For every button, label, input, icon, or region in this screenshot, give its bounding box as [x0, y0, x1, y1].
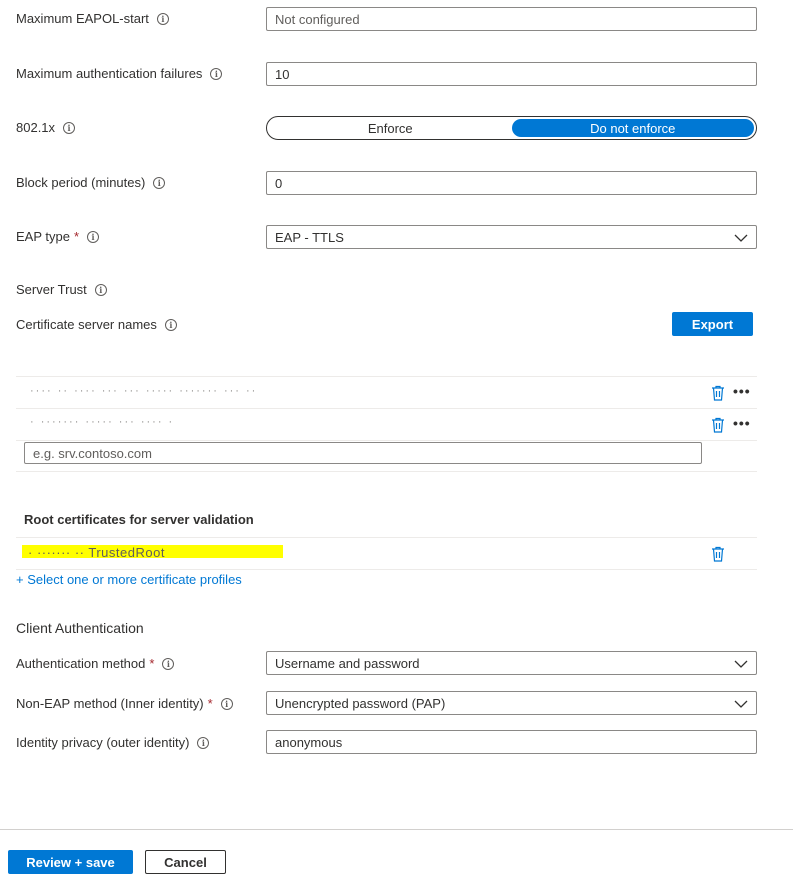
chevron-down-icon — [734, 660, 748, 668]
more-options-icon[interactable]: ••• — [733, 415, 751, 431]
footer-divider — [0, 829, 793, 830]
dot1x-option-enforce[interactable]: Enforce — [269, 119, 512, 137]
required-marker: * — [73, 229, 80, 244]
export-button[interactable]: Export — [672, 312, 753, 336]
identity-privacy-label: Identity privacy (outer identity) i — [16, 735, 210, 750]
divider — [16, 537, 757, 538]
chevron-down-icon — [734, 700, 748, 708]
trash-icon[interactable] — [711, 417, 725, 433]
block-period-label: Block period (minutes) i — [16, 175, 166, 190]
cert-server-names-label: Certificate server names i — [16, 317, 177, 332]
info-icon[interactable]: i — [220, 697, 233, 710]
divider — [16, 471, 757, 472]
info-icon[interactable]: i — [162, 657, 175, 670]
info-icon[interactable]: i — [197, 736, 210, 749]
auth-method-select[interactable]: Username and password — [266, 651, 757, 675]
divider — [16, 408, 757, 409]
cert-server-row-1-text: ···· ·· ···· ··· ··· ····· ······· ··· ·… — [30, 385, 258, 397]
server-trust-heading: Server Trust i — [16, 282, 107, 297]
max-eapol-start-label: Maximum EAPOL-start i — [16, 11, 169, 26]
more-options-icon[interactable]: ••• — [733, 383, 751, 399]
cert-server-row-2-text: · ······· ····· ··· ···· · — [30, 416, 175, 428]
client-authentication-heading: Client Authentication — [16, 620, 144, 636]
root-certificate-item: · ······· ·· TrustedRoot — [28, 545, 165, 560]
non-eap-method-select[interactable]: Unencrypted password (PAP) — [266, 691, 757, 715]
info-icon[interactable]: i — [210, 67, 223, 80]
eap-type-select[interactable]: EAP - TTLS — [266, 225, 757, 249]
required-marker: * — [207, 696, 213, 711]
info-icon[interactable]: i — [156, 12, 169, 25]
info-icon[interactable]: i — [63, 121, 76, 134]
info-icon[interactable]: i — [94, 283, 107, 296]
block-period-input[interactable]: 0 — [266, 171, 757, 195]
required-marker: * — [149, 656, 155, 671]
max-eapol-start-input[interactable]: Not configured — [266, 7, 757, 31]
dot1x-label: 802.1x i — [16, 120, 76, 135]
dot1x-toggle[interactable]: Enforce Do not enforce — [266, 116, 757, 140]
info-icon[interactable]: i — [153, 176, 166, 189]
review-save-button[interactable]: Review + save — [8, 850, 133, 874]
cancel-button[interactable]: Cancel — [145, 850, 226, 874]
dot1x-option-do-not-enforce[interactable]: Do not enforce — [511, 119, 754, 137]
trash-icon[interactable] — [711, 546, 725, 562]
chevron-down-icon — [734, 234, 748, 242]
max-auth-failures-input[interactable]: 10 — [266, 62, 757, 86]
cert-server-name-input[interactable]: e.g. srv.contoso.com — [24, 442, 702, 464]
max-auth-failures-label: Maximum authentication failures i — [16, 66, 223, 81]
identity-privacy-input[interactable]: anonymous — [266, 730, 757, 754]
divider — [16, 376, 757, 377]
divider — [16, 569, 757, 570]
eap-type-label: EAP type * i — [16, 229, 100, 244]
non-eap-method-label: Non-EAP method (Inner identity) * i — [16, 696, 233, 711]
select-certificate-profiles-link[interactable]: + Select one or more certificate profile… — [16, 572, 242, 587]
info-icon[interactable]: i — [164, 318, 177, 331]
auth-method-label: Authentication method * i — [16, 656, 175, 671]
info-icon[interactable]: i — [87, 230, 100, 243]
divider — [16, 440, 757, 441]
trash-icon[interactable] — [711, 385, 725, 401]
root-certificates-heading: Root certificates for server validation — [24, 512, 254, 527]
